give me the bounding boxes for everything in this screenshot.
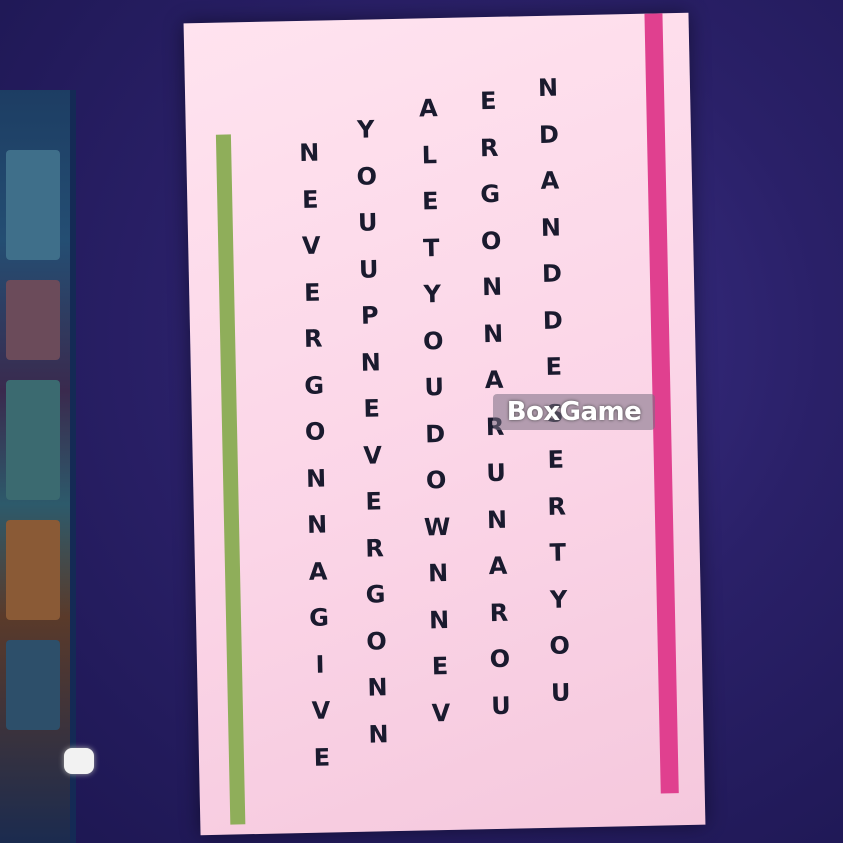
grid-letter: D [542, 306, 564, 335]
grid-letter: N [305, 463, 327, 493]
grid-letter: O [356, 161, 378, 191]
grid-letter: P [360, 301, 379, 330]
grid-letter: Y [423, 280, 442, 309]
grid-letter: R [365, 533, 385, 563]
grid-letter: U [485, 458, 507, 488]
grid-letter: G [365, 580, 386, 609]
grid-letter: O [422, 326, 444, 355]
grid-letter: W [423, 512, 451, 541]
grid-letter: G [480, 179, 501, 209]
art-panel [6, 380, 60, 500]
grid-letter: D [541, 259, 563, 288]
grid-letter: O [304, 417, 326, 446]
grid-letter: G [304, 371, 325, 400]
grid-letter: E [301, 185, 319, 214]
grid-letter: N [360, 347, 382, 377]
grid-letter: N [482, 319, 504, 348]
grid-letter: O [366, 626, 388, 656]
grid-letter: U [358, 254, 379, 284]
grid-letter: D [538, 120, 560, 149]
grid-letter: V [301, 231, 321, 260]
grid-letter: U [490, 691, 511, 720]
grid-letter: A [540, 166, 560, 195]
grid-letter: Y [356, 115, 375, 144]
grid-letter: D [424, 419, 446, 448]
grid-letter: N [306, 510, 328, 539]
grid-letter: O [425, 465, 447, 495]
grid-letter: V [431, 698, 451, 727]
grid-letter: U [424, 373, 445, 402]
grid-letter: N [537, 73, 559, 102]
grid-letter: T [422, 233, 440, 262]
grid-letter: R [489, 598, 509, 627]
grid-letter: O [549, 631, 571, 660]
grid-letter: U [550, 677, 571, 707]
pushpin [64, 748, 94, 774]
grid-letter: E [431, 651, 449, 681]
grid-letter: U [357, 208, 378, 237]
grid-letter: A [484, 365, 504, 395]
grid-letter: N [481, 272, 503, 302]
grid-letter: E [313, 742, 331, 772]
grid-letter: A [488, 551, 508, 581]
art-panel [6, 150, 60, 260]
watermark: BoxGame [493, 394, 655, 430]
grid-letter: L [421, 140, 438, 169]
wall-art-strip [0, 90, 76, 843]
grid-letter: N [428, 605, 450, 634]
grid-letter: R [479, 133, 499, 162]
grid-letter: O [480, 226, 502, 255]
grid-letter: N [486, 505, 508, 534]
grid-letter: A [418, 94, 438, 123]
grid-letter: N [367, 673, 388, 702]
art-panel [6, 280, 60, 360]
grid-letter: N [298, 138, 320, 167]
grid-letter: E [421, 187, 439, 216]
grid-letter: N [368, 719, 389, 749]
grid-letter: N [540, 213, 562, 242]
grid-letter: V [311, 696, 331, 725]
grid-letter: E [547, 445, 565, 474]
art-panel [6, 520, 60, 620]
grid-letter: E [365, 487, 383, 516]
grid-letter: T [549, 538, 567, 567]
grid-letter: V [363, 440, 383, 470]
grid-letter: R [303, 324, 323, 353]
grid-letter: E [303, 278, 321, 307]
grid-letter: I [315, 650, 325, 679]
grid-letter: N [427, 558, 449, 588]
grid-letter: E [363, 394, 381, 423]
art-panel [6, 640, 60, 730]
grid-letter: A [308, 556, 328, 586]
grid-letter: R [547, 491, 567, 521]
grid-letter: E [545, 352, 563, 381]
grid-letter: G [308, 603, 330, 632]
grid-letter: Y [549, 584, 568, 614]
grid-letter: E [479, 86, 497, 116]
grid-letter: O [489, 644, 511, 674]
